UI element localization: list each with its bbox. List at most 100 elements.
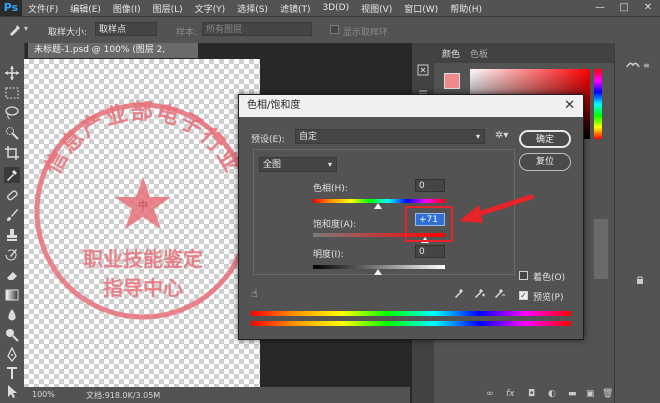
hue-input[interactable]: 0 xyxy=(415,179,445,192)
sample-size-label: 取样大小: xyxy=(48,28,88,38)
preset-label: 预设(E): xyxy=(251,135,285,145)
marquee-tool-icon[interactable] xyxy=(4,85,20,101)
zoom-level[interactable]: 100% xyxy=(32,390,55,399)
panel-tabs: 颜色 色板 xyxy=(434,43,614,63)
stamp-inner-text-1: 职业技能鉴定 xyxy=(83,247,203,271)
menu-3d[interactable]: 3D(D) xyxy=(316,3,355,13)
stamp-center-char: 中 xyxy=(138,199,148,212)
crop-tool-icon[interactable] xyxy=(4,145,20,161)
sample-label: 样本: xyxy=(176,28,198,38)
dialog-close-button[interactable]: ✕ xyxy=(564,95,575,117)
red-seal-stamp: 信息产业部电子行业 中 职业技能鉴定 指导中心 xyxy=(34,99,252,320)
adjustment-layer-icon[interactable]: ◐ xyxy=(548,389,556,399)
menu-window[interactable]: 窗口(W) xyxy=(398,2,444,15)
link-layers-icon[interactable]: ∞ xyxy=(486,389,494,399)
history-brush-tool-icon[interactable] xyxy=(4,247,20,263)
quick-select-tool-icon[interactable] xyxy=(4,125,20,141)
preset-select[interactable]: 自定 ▾ xyxy=(295,129,485,144)
menu-help[interactable]: 帮助(H) xyxy=(444,2,488,15)
minimize-button[interactable]: — xyxy=(588,0,612,16)
dodge-tool-icon[interactable] xyxy=(4,327,20,343)
stamp-inner-text-2: 指导中心 xyxy=(103,276,183,300)
preview-checkbox[interactable]: ✓ xyxy=(519,291,528,300)
foreground-color-swatch[interactable] xyxy=(444,73,460,89)
pen-tool-icon[interactable] xyxy=(4,347,20,363)
channel-value: 全图 xyxy=(263,160,282,170)
show-ring-label: 显示取样环 xyxy=(343,28,389,38)
libraries-icon[interactable] xyxy=(625,59,641,71)
menu-select[interactable]: 选择(S) xyxy=(231,2,274,15)
layer-mask-icon[interactable]: ◘ xyxy=(528,389,535,399)
history-panel-icon[interactable] xyxy=(416,63,430,77)
path-selection-tool-icon[interactable] xyxy=(4,383,20,399)
document-canvas[interactable]: 信息产业部电子行业 中 职业技能鉴定 指导中心 xyxy=(24,59,260,387)
brush-tool-icon[interactable] xyxy=(4,207,20,223)
type-tool-icon[interactable] xyxy=(4,365,20,381)
menu-type[interactable]: 文字(Y) xyxy=(189,2,232,15)
lightness-label: 明度(I): xyxy=(313,250,344,260)
move-tool-icon[interactable] xyxy=(4,65,20,81)
status-bar: 100% 文档:918.0K/3.05M › xyxy=(24,387,410,403)
dialog-title-bar: 色相/饱和度 ✕ xyxy=(239,95,583,117)
lightness-slider-thumb[interactable] xyxy=(374,269,382,275)
sample-select[interactable]: 所有图层 xyxy=(202,22,312,36)
maximize-button[interactable]: □ xyxy=(612,0,636,16)
preset-options-gear-icon[interactable]: ✲▾ xyxy=(495,130,508,141)
menu-image[interactable]: 图像(I) xyxy=(107,2,147,15)
input-color-ramp xyxy=(251,311,571,316)
eyedropper-plus-icon[interactable] xyxy=(473,287,485,299)
blur-tool-icon[interactable] xyxy=(4,307,20,323)
hue-slider-thumb[interactable] xyxy=(374,203,382,209)
show-ring-checkbox[interactable] xyxy=(330,25,339,34)
eyedropper-tool-icon[interactable] xyxy=(8,22,22,36)
reset-button[interactable]: 复位 xyxy=(519,153,571,171)
hue-slider[interactable] xyxy=(594,69,602,139)
colorize-checkbox[interactable] xyxy=(519,271,528,280)
status-menu-arrow-icon[interactable]: › xyxy=(154,390,157,399)
document-tab[interactable]: 未标题-1.psd @ 100% (图层 2, RGB/8) * × xyxy=(28,43,198,70)
preset-chevron-icon: ▾ xyxy=(475,132,480,141)
annotation-highlight-box xyxy=(405,206,453,242)
close-window-button[interactable]: ✕ xyxy=(636,0,660,16)
panel-menu-icon[interactable]: ≡ xyxy=(643,61,650,70)
tool-preset-chevron-icon[interactable]: ▾ xyxy=(24,24,28,33)
colorize-label: 着色(O) xyxy=(533,273,566,283)
channel-select[interactable]: 全图 ▾ xyxy=(259,157,337,172)
options-bar: ▾ 取样大小: 取样点 样本: 所有图层 显示取样环 xyxy=(0,16,660,44)
group-icon[interactable]: ▬ xyxy=(568,389,577,399)
saturation-label: 饱和度(A): xyxy=(313,220,357,230)
eyedropper-minus-icon[interactable] xyxy=(493,287,505,299)
hue-saturation-dialog: 色相/饱和度 ✕ 预设(E): 自定 ▾ ✲▾ 确定 复位 全图 ▾ 色相(H)… xyxy=(238,94,584,340)
menu-bar: Ps 文件(F) 编辑(E) 图像(I) 图层(L) 文字(Y) 选择(S) 滤… xyxy=(0,0,660,16)
menu-edit[interactable]: 编辑(E) xyxy=(64,2,107,15)
tools-panel xyxy=(0,43,25,403)
sample-size-select[interactable]: 取样点 xyxy=(95,22,157,36)
lasso-tool-icon[interactable] xyxy=(4,105,20,121)
healing-brush-tool-icon[interactable] xyxy=(4,187,20,203)
menu-file[interactable]: 文件(F) xyxy=(22,2,64,15)
hue-label: 色相(H): xyxy=(313,184,348,194)
ok-button[interactable]: 确定 xyxy=(519,130,571,148)
eyedropper-icon[interactable] xyxy=(453,287,465,299)
dialog-title: 色相/饱和度 xyxy=(247,100,301,111)
tab-color[interactable]: 颜色 xyxy=(442,47,460,60)
new-layer-icon[interactable]: ▣ xyxy=(586,389,595,399)
menu-layer[interactable]: 图层(L) xyxy=(147,2,189,15)
menu-filter[interactable]: 滤镜(T) xyxy=(274,2,317,15)
right-panel-strip: ≡ xyxy=(614,43,660,403)
tab-swatches[interactable]: 色板 xyxy=(470,47,488,60)
clone-stamp-tool-icon[interactable] xyxy=(4,227,20,243)
eraser-tool-icon[interactable] xyxy=(4,267,20,283)
layer-style-icon[interactable]: fx xyxy=(506,389,515,399)
menu-view[interactable]: 视图(V) xyxy=(355,2,398,15)
layers-thumbnail xyxy=(594,219,608,279)
lightness-input[interactable]: 0 xyxy=(415,245,445,258)
delete-layer-icon[interactable]: 🗑 xyxy=(602,389,613,399)
targeted-adjustment-hand-icon[interactable]: ☝ xyxy=(251,287,258,300)
preview-label: 预览(P) xyxy=(533,293,564,303)
lock-icon[interactable] xyxy=(635,275,645,285)
eyedropper-tool-active-icon[interactable] xyxy=(4,167,20,183)
channel-chevron-icon: ▾ xyxy=(327,160,332,169)
annotation-arrow-icon xyxy=(459,194,534,223)
gradient-tool-icon[interactable] xyxy=(4,287,20,303)
